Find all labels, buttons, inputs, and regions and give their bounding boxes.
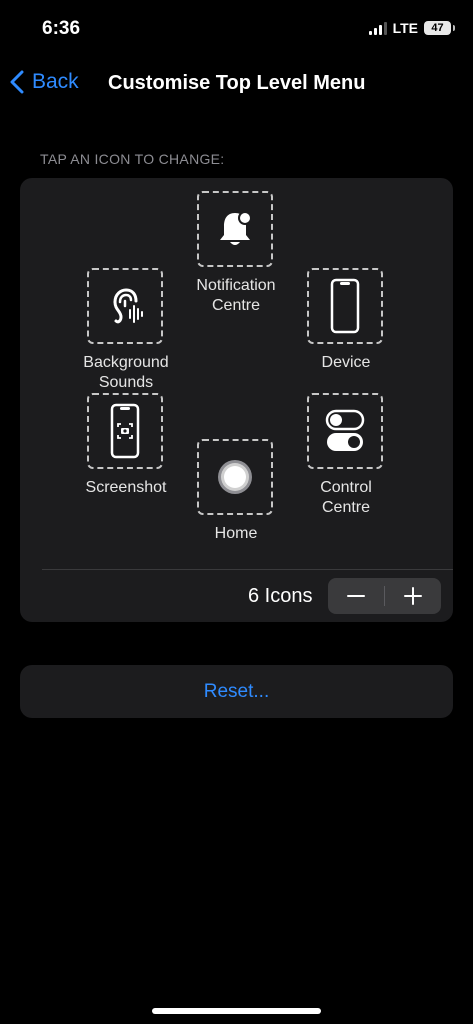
decrement-button[interactable] <box>328 578 384 614</box>
section-label: TAP AN ICON TO CHANGE: <box>40 151 225 167</box>
back-label: Back <box>32 70 79 93</box>
ear-icon <box>113 288 143 324</box>
home-indicator[interactable] <box>152 1008 321 1014</box>
page-title: Customise Top Level Menu <box>108 72 366 94</box>
label-line: Sounds <box>98 374 154 391</box>
icon-count-stepper <box>328 578 441 614</box>
status-time: 6:36 <box>42 18 81 39</box>
divider <box>42 569 453 570</box>
screenshot-label: Screenshot <box>85 479 167 496</box>
label-line: Centre <box>321 499 371 516</box>
device-label: Device <box>321 354 371 371</box>
home-slot[interactable] <box>197 439 273 515</box>
device-slot[interactable] <box>307 268 383 344</box>
toggles-icon <box>325 409 365 451</box>
back-button[interactable]: Back <box>10 70 79 94</box>
plus-icon <box>404 587 422 605</box>
background-sounds-label: Background Sounds <box>56 353 196 393</box>
screenshot-slot[interactable] <box>87 393 163 469</box>
phone-icon <box>330 278 360 334</box>
label-line: Centre <box>211 297 261 314</box>
control-centre-slot[interactable] <box>307 393 383 469</box>
label-line: Background <box>83 354 169 371</box>
minus-icon <box>347 595 365 597</box>
home-label: Home <box>214 525 258 542</box>
bell-icon <box>220 211 252 245</box>
screenshot-icon <box>110 403 140 459</box>
control-centre-label: Control Centre <box>276 478 416 518</box>
notification-centre-label: Notification Centre <box>166 276 306 316</box>
label-line: Control <box>320 479 372 496</box>
icon-count-label: 6 Icons <box>248 585 313 607</box>
network-type: LTE <box>392 20 418 36</box>
increment-button[interactable] <box>385 578 441 614</box>
battery-icon: 47 <box>424 21 455 35</box>
reset-label: Reset... <box>203 680 270 702</box>
reset-button[interactable]: Reset... <box>20 665 453 718</box>
signal-icon <box>368 21 387 35</box>
chevron-left-icon <box>10 70 24 94</box>
status-indicators: LTE 47 <box>368 20 455 36</box>
background-sounds-slot[interactable] <box>87 268 163 344</box>
label-line: Notification <box>196 277 276 294</box>
notification-centre-slot[interactable] <box>197 191 273 267</box>
home-button-icon <box>218 460 252 494</box>
